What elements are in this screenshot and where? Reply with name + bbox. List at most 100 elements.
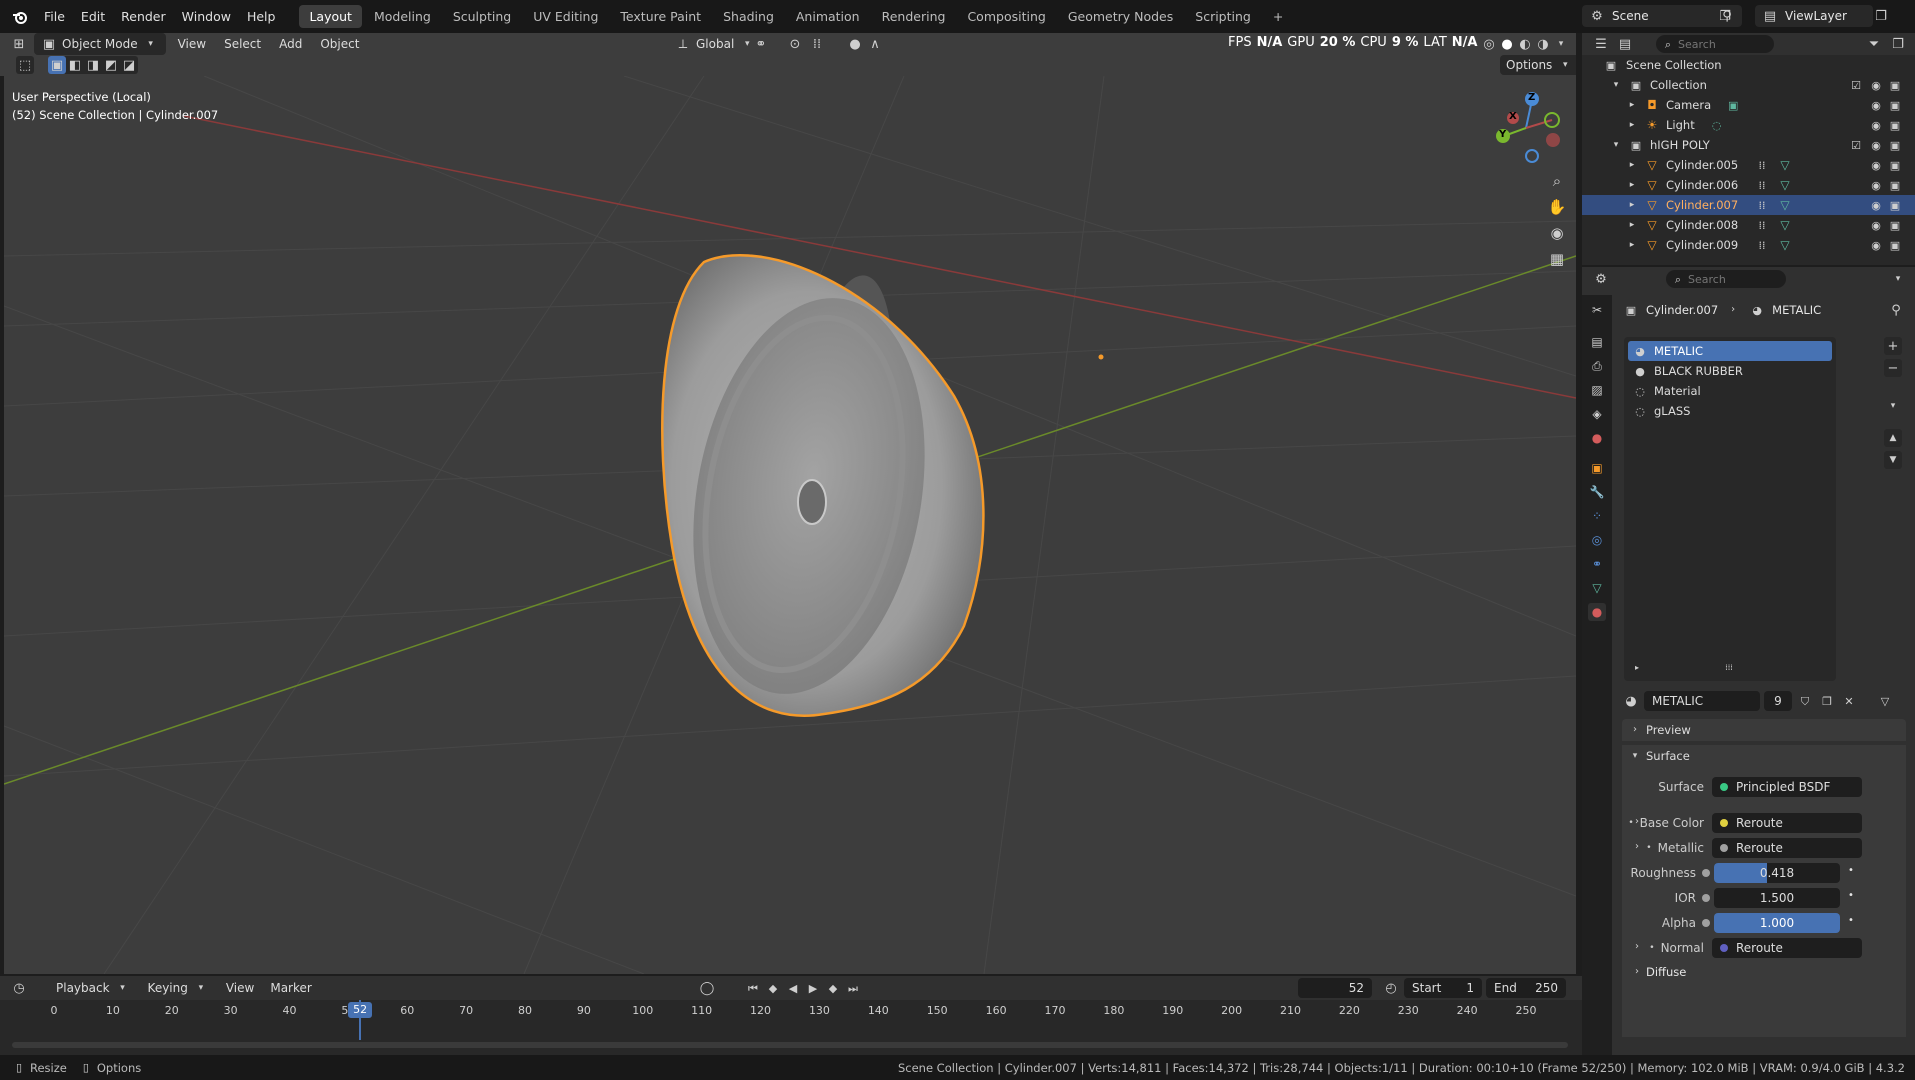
visibility-eye-icon[interactable]: ◉: [1867, 96, 1885, 114]
render-camera-icon[interactable]: ▣: [1886, 156, 1904, 174]
material-name-field[interactable]: METALIC: [1644, 691, 1760, 711]
material-browse-icon[interactable]: ◕: [1622, 692, 1640, 710]
tab-geometry-nodes[interactable]: Geometry Nodes: [1058, 5, 1183, 28]
physics-tab-icon[interactable]: ◎: [1588, 531, 1606, 549]
list-expand-icon[interactable]: ▸: [1628, 659, 1646, 677]
chevron-right-icon[interactable]: ›: [1628, 963, 1646, 981]
new-view-layer-icon[interactable]: ❐: [1872, 7, 1890, 25]
tab-layout[interactable]: Layout: [299, 5, 362, 28]
duplicate-material-icon[interactable]: ❐: [1818, 692, 1836, 710]
particles-tab-icon[interactable]: ⁘: [1588, 507, 1606, 525]
tool-tab-icon[interactable]: ✂: [1588, 301, 1606, 319]
view-layer-selector[interactable]: ▤ ViewLayer: [1755, 5, 1873, 27]
add-slot-icon[interactable]: +: [1884, 337, 1902, 355]
object-menu[interactable]: Object: [314, 33, 365, 55]
playback-menu[interactable]: Playback ▾: [50, 977, 138, 999]
chevron-right-icon[interactable]: ▸: [1626, 216, 1638, 234]
chevron-right-icon[interactable]: ▸: [1626, 156, 1638, 174]
material-slot-glass[interactable]: ◌ gLASS: [1628, 401, 1832, 421]
tab-sculpting[interactable]: Sculpting: [443, 5, 521, 28]
tab-texture-paint[interactable]: Texture Paint: [610, 5, 711, 28]
user-count-field[interactable]: 9: [1764, 691, 1792, 711]
outliner-search-input[interactable]: [1678, 37, 1768, 51]
menu-help[interactable]: Help: [239, 9, 284, 24]
zoom-icon[interactable]: ⌕: [1548, 172, 1566, 190]
constraints-tab-icon[interactable]: ⚭: [1588, 555, 1606, 573]
view-layer-tab-icon[interactable]: ▨: [1588, 381, 1606, 399]
metallic-input[interactable]: Reroute: [1712, 838, 1862, 858]
fake-user-shield-icon[interactable]: ⛉: [1796, 692, 1814, 710]
tab-rendering[interactable]: Rendering: [872, 5, 956, 28]
menu-window[interactable]: Window: [174, 9, 239, 24]
outliner-row-high-poly[interactable]: ▾ ▣ hIGH POLY ☑ ◉ ▣: [1582, 135, 1915, 155]
play-reverse-icon[interactable]: ◀: [784, 979, 802, 997]
pivot-icon[interactable]: ⚭: [752, 35, 770, 53]
tab-modeling[interactable]: Modeling: [364, 5, 441, 28]
shading-options-chevron-icon[interactable]: ▾: [1552, 35, 1570, 53]
remove-slot-icon[interactable]: −: [1884, 359, 1902, 377]
object-mode-dropdown[interactable]: ▣ Object Mode ▾: [34, 33, 166, 55]
keying-menu[interactable]: Keying ▾: [142, 977, 216, 999]
outliner-editor-icon[interactable]: ☰: [1592, 35, 1610, 53]
alpha-slider[interactable]: 1.000: [1714, 913, 1840, 933]
panel-surface-header[interactable]: ▾ Surface: [1622, 745, 1906, 767]
tab-uv-editing[interactable]: UV Editing: [523, 5, 608, 28]
diffuse-subpanel-label[interactable]: Diffuse: [1646, 965, 1686, 979]
timeline-ruler[interactable]: 0102030405060708090100110120130140150160…: [0, 1000, 1582, 1055]
marker-menu[interactable]: Marker: [264, 977, 317, 999]
chevron-down-icon[interactable]: ▾: [1610, 76, 1622, 94]
visibility-eye-icon[interactable]: ◉: [1867, 196, 1885, 214]
camera-view-icon[interactable]: ◉: [1548, 224, 1566, 242]
outliner-row-cylinder-009[interactable]: ▸ ▽ Cylinder.009 ⁞⁞ ▽ ◉ ▣: [1582, 235, 1915, 255]
viewport-shading-wireframe-icon[interactable]: ◎: [1480, 35, 1498, 53]
properties-search-input[interactable]: [1688, 272, 1778, 286]
stopwatch-icon[interactable]: ◴: [1382, 979, 1400, 997]
tab-compositing[interactable]: Compositing: [957, 5, 1055, 28]
keyframe-dot-icon[interactable]: •: [1848, 890, 1854, 901]
jump-end-icon[interactable]: ⏭: [844, 979, 862, 997]
playhead-frame-label[interactable]: 52: [348, 1002, 373, 1018]
outliner-row-cylinder-008[interactable]: ▸ ▽ Cylinder.008 ⁞⁞ ▽ ◉ ▣: [1582, 215, 1915, 235]
grid-view-icon[interactable]: ▦: [1548, 250, 1566, 268]
outliner-row-light[interactable]: ▸ ☀ Light ◌ ◉ ▣: [1582, 115, 1915, 135]
outliner-row-camera[interactable]: ▸ ◘ Camera ▣ ◉ ▣: [1582, 95, 1915, 115]
chevron-down-icon[interactable]: ▾: [1889, 270, 1907, 288]
current-frame-field[interactable]: 52: [1298, 978, 1372, 998]
tab-shading[interactable]: Shading: [713, 5, 784, 28]
output-tab-icon[interactable]: ⎙: [1588, 357, 1606, 375]
viewport-shading-material-icon[interactable]: ◐: [1516, 35, 1534, 53]
falloff-icon[interactable]: ∧: [866, 35, 884, 53]
render-camera-icon[interactable]: ▣: [1886, 216, 1904, 234]
frame-start-field[interactable]: Start 1: [1404, 978, 1482, 998]
outliner-root-row[interactable]: ▣ Scene Collection: [1582, 55, 1915, 75]
render-camera-icon[interactable]: ▣: [1886, 96, 1904, 114]
outliner-search[interactable]: ⌕: [1656, 35, 1774, 53]
render-camera-icon[interactable]: ▣: [1886, 236, 1904, 254]
view-menu[interactable]: View: [172, 33, 212, 55]
modifier-tab-icon[interactable]: 🔧: [1588, 483, 1606, 501]
chevron-right-icon[interactable]: ▸: [1626, 196, 1638, 214]
visibility-eye-icon[interactable]: ◉: [1867, 156, 1885, 174]
data-tab-icon[interactable]: ▽: [1588, 579, 1606, 597]
list-resize-handle-icon[interactable]: ⁞⁞⁞: [1720, 659, 1738, 677]
outliner-row-collection[interactable]: ▾ ▣ Collection ☑ ◉ ▣: [1582, 75, 1915, 95]
orientation-dropdown[interactable]: ⟂ Global ▾: [668, 33, 762, 55]
material-slot-metalic[interactable]: ◕ METALIC: [1628, 341, 1832, 361]
surface-shader-field[interactable]: Principled BSDF: [1712, 777, 1862, 797]
normal-input[interactable]: Reroute: [1712, 938, 1862, 958]
select-intersect-icon[interactable]: ◪: [120, 56, 138, 74]
add-workspace-button[interactable]: +: [1263, 5, 1293, 28]
cylinder-007-mesh[interactable]: [661, 254, 985, 717]
snap-target-icon[interactable]: ⁞⁞: [808, 35, 826, 53]
object-tab-icon[interactable]: ▣: [1588, 459, 1606, 477]
visibility-eye-icon[interactable]: ◉: [1867, 216, 1885, 234]
world-tab-icon[interactable]: ●: [1588, 429, 1606, 447]
render-camera-icon[interactable]: ▣: [1886, 116, 1904, 134]
select-subtract-icon[interactable]: ◨: [84, 56, 102, 74]
proportional-edit-icon[interactable]: ●: [846, 35, 864, 53]
menu-render[interactable]: Render: [113, 9, 174, 24]
scene-tab-icon[interactable]: ◈: [1588, 405, 1606, 423]
visibility-eye-icon[interactable]: ◉: [1867, 76, 1885, 94]
add-menu[interactable]: Add: [273, 33, 308, 55]
material-tab-icon[interactable]: ●: [1588, 603, 1606, 621]
